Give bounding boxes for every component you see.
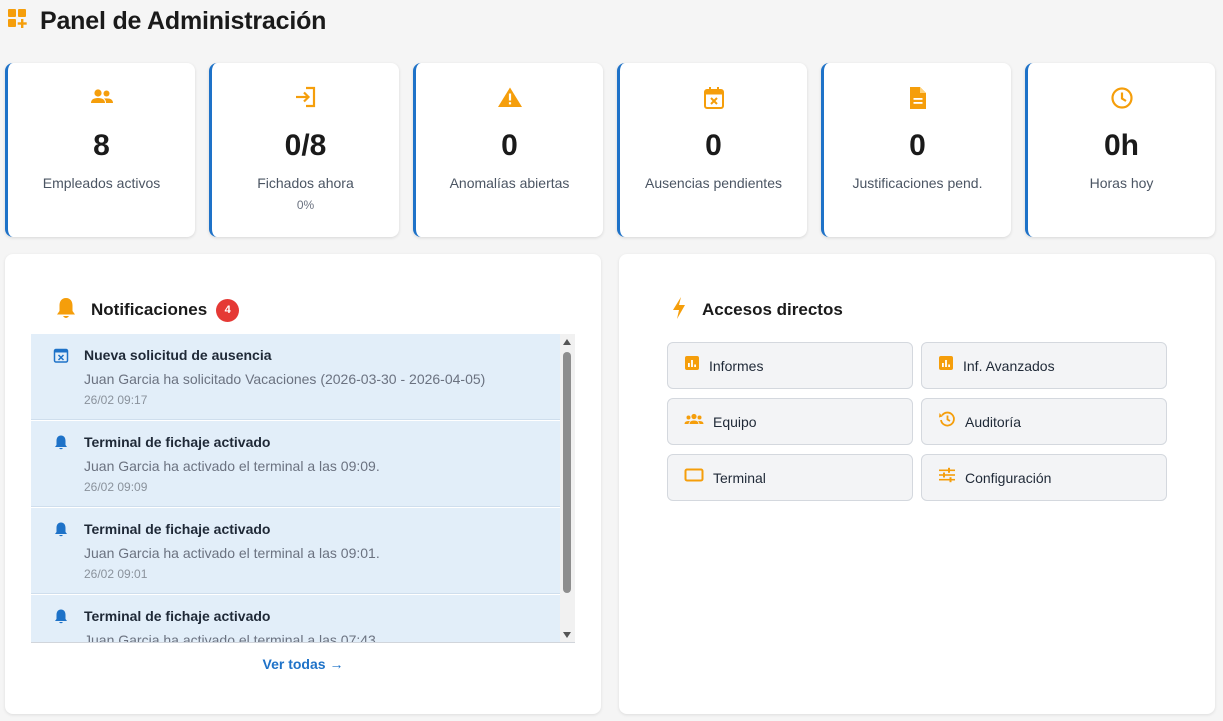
bar-chart-icon [684, 355, 700, 376]
stat-label: Ausencias pendientes [645, 175, 782, 191]
stat-value: 0 [501, 129, 518, 162]
shortcut-label: Auditoría [965, 413, 1022, 430]
stat-value: 0h [1103, 129, 1139, 162]
see-all-link[interactable]: Ver todas → [5, 656, 601, 672]
stat-label: Fichados ahora [257, 175, 354, 191]
notifications-count-badge: 4 [216, 298, 240, 322]
stat-label: Justificaciones pend. [852, 175, 983, 191]
shortcut-auditoria[interactable]: Auditoría [921, 398, 1167, 445]
stats-row: 8 Empleados activos 0/8 Fichados ahora 0… [5, 63, 1215, 237]
login-icon [212, 86, 399, 108]
stat-label: Horas hoy [1089, 175, 1154, 191]
stat-card-ausencias: 0 Ausencias pendientes [617, 63, 807, 237]
document-icon [824, 86, 1011, 110]
stat-card-horas: 0h Horas hoy [1025, 63, 1215, 237]
notifications-header: Notificaciones 4 [55, 296, 240, 325]
notifications-list[interactable]: Nueva solicitud de ausencia Juan Garcia … [31, 334, 575, 643]
shortcut-label: Inf. Avanzados [963, 357, 1055, 374]
notification-time: 26/02 09:01 [84, 567, 148, 581]
dashboard-icon [7, 8, 29, 35]
shortcut-configuracion[interactable]: Configuración [921, 454, 1167, 501]
notifications-panel: Notificaciones 4 Nueva solicitud de ause… [5, 254, 601, 714]
notification-time: 26/02 09:09 [84, 480, 148, 494]
warning-icon [416, 86, 603, 108]
bell-icon [53, 521, 69, 542]
notification-item[interactable]: Terminal de fichaje activado Juan Garcia… [31, 595, 560, 643]
terminal-icon [684, 467, 704, 488]
notification-item[interactable]: Terminal de fichaje activado Juan Garcia… [31, 421, 560, 507]
shortcut-label: Terminal [713, 469, 766, 486]
stat-value: 8 [93, 129, 110, 162]
stat-sub: 0% [296, 198, 315, 212]
shortcut-terminal[interactable]: Terminal [667, 454, 913, 501]
notification-time: 26/02 09:17 [84, 393, 148, 407]
bell-icon [55, 296, 77, 325]
notification-desc: Juan Garcia ha activado el terminal a la… [84, 545, 380, 561]
shortcut-inf-avanzados[interactable]: Inf. Avanzados [921, 342, 1167, 389]
team-icon [684, 411, 704, 432]
shortcut-equipo[interactable]: Equipo [667, 398, 913, 445]
shortcuts-title: Accesos directos [702, 300, 843, 319]
sliders-icon [938, 467, 956, 488]
scroll-up-arrow-icon[interactable] [563, 339, 571, 345]
shortcuts-grid: Informes Inf. Avanzados Equipo Auditoría… [667, 342, 1167, 501]
notifications-title: Notificaciones [91, 300, 208, 319]
page-header: Panel de Administración [7, 6, 326, 36]
notification-desc: Juan Garcia ha solicitado Vacaciones (20… [84, 371, 486, 387]
people-icon [8, 86, 195, 108]
shortcut-label: Equipo [713, 413, 757, 430]
stat-value: 0 [909, 129, 926, 162]
notification-title: Nueva solicitud de ausencia [84, 347, 272, 363]
scrollbar-thumb[interactable] [563, 352, 571, 593]
bell-icon [53, 434, 69, 455]
shortcuts-header: Accesos directos [670, 296, 843, 325]
lightning-icon [670, 296, 688, 325]
notification-item[interactable]: Terminal de fichaje activado Juan Garcia… [31, 508, 560, 594]
stat-label: Anomalías abiertas [449, 175, 570, 191]
history-icon [938, 410, 956, 433]
stat-card-justificaciones: 0 Justificaciones pend. [821, 63, 1011, 237]
calendar-x-icon [620, 86, 807, 110]
notification-item[interactable]: Nueva solicitud de ausencia Juan Garcia … [31, 334, 560, 420]
notification-title: Terminal de fichaje activado [84, 434, 271, 450]
shortcut-label: Configuración [965, 469, 1052, 486]
shortcut-label: Informes [709, 357, 764, 374]
notification-title: Terminal de fichaje activado [84, 608, 271, 624]
stat-card-fichados: 0/8 Fichados ahora 0% [209, 63, 399, 237]
stat-card-anomalias: 0 Anomalías abiertas [413, 63, 603, 237]
stat-value: 0/8 [284, 129, 327, 162]
stat-label: Empleados activos [42, 175, 161, 191]
notification-desc: Juan Garcia ha activado el terminal a la… [84, 458, 380, 474]
notification-desc: Juan Garcia ha activado el terminal a la… [84, 632, 380, 643]
scroll-down-arrow-icon[interactable] [563, 632, 571, 638]
notification-title: Terminal de fichaje activado [84, 521, 271, 537]
notifications-scrollbar[interactable] [560, 334, 575, 642]
shortcuts-panel: Accesos directos Informes Inf. Avanzados… [619, 254, 1215, 714]
page-title: Panel de Administración [40, 6, 327, 35]
stat-value: 0 [705, 129, 722, 162]
bell-icon [53, 608, 69, 629]
calendar-x-icon [53, 347, 69, 368]
bar-chart-icon [938, 355, 954, 376]
clock-icon [1028, 86, 1215, 110]
shortcut-informes[interactable]: Informes [667, 342, 913, 389]
stat-card-empleados: 8 Empleados activos [5, 63, 195, 237]
